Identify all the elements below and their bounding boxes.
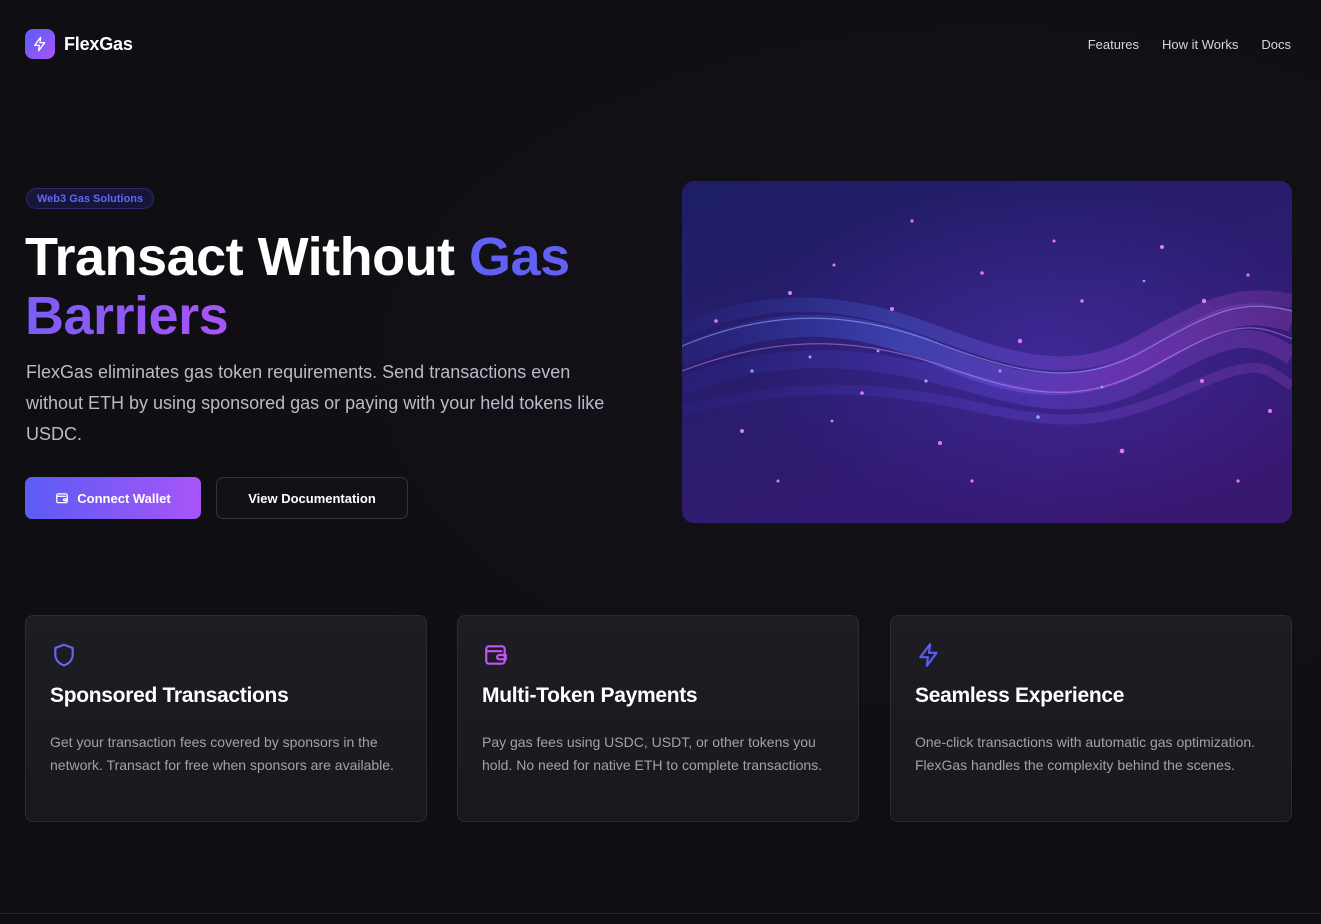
feature-card-description: Get your transaction fees covered by spo… [50, 734, 394, 773]
shield-icon [51, 642, 77, 668]
wallet-icon [483, 642, 509, 668]
view-documentation-button[interactable]: View Documentation [216, 477, 408, 519]
brand-name: FlexGas [64, 33, 133, 54]
feature-card-title: Seamless Experience [915, 684, 1125, 707]
feature-card-description: Pay gas fees using USDC, USDT, or other … [482, 734, 823, 773]
nav-links: Features How it Works Docs [1088, 37, 1291, 52]
hero-particle-wave-image [682, 181, 1292, 523]
connect-wallet-button[interactable]: Connect Wallet [25, 477, 201, 519]
top-nav: FlexGas Features How it Works Docs [25, 28, 1291, 60]
brand[interactable]: FlexGas [25, 29, 133, 59]
lightning-logo-icon [25, 29, 55, 59]
feature-card-multi-token: Multi-Token Payments Pay gas fees using … [457, 615, 859, 822]
feature-card-title: Multi-Token Payments [482, 684, 698, 707]
connect-wallet-label: Connect Wallet [77, 490, 171, 506]
wallet-icon [56, 493, 69, 504]
footer-divider [0, 913, 1321, 914]
lightning-icon [916, 642, 942, 668]
view-documentation-label: View Documentation [248, 490, 376, 506]
hero-title: Transact Without Gas Barriers [25, 228, 645, 346]
hero-badge: Web3 Gas Solutions [26, 188, 155, 209]
feature-card-seamless: Seamless Experience One-click transactio… [890, 615, 1292, 822]
feature-card-sponsored: Sponsored Transactions Get your transact… [25, 615, 427, 822]
nav-link-how-it-works[interactable]: How it Works [1162, 37, 1238, 52]
nav-link-docs[interactable]: Docs [1261, 37, 1291, 52]
feature-card-description: One-click transactions with automatic ga… [915, 734, 1256, 773]
hero-title-accent: Gas [469, 227, 570, 287]
nav-link-features[interactable]: Features [1088, 37, 1139, 52]
hero-description: FlexGas eliminates gas token requirement… [26, 362, 605, 444]
feature-card-title: Sponsored Transactions [50, 684, 289, 707]
hero-title-accent-gradient: Barriers [25, 286, 229, 346]
landing-page: FlexGas Features How it Works Docs Web3 … [0, 0, 1321, 924]
hero-title-part1: Transact Without [25, 227, 470, 287]
